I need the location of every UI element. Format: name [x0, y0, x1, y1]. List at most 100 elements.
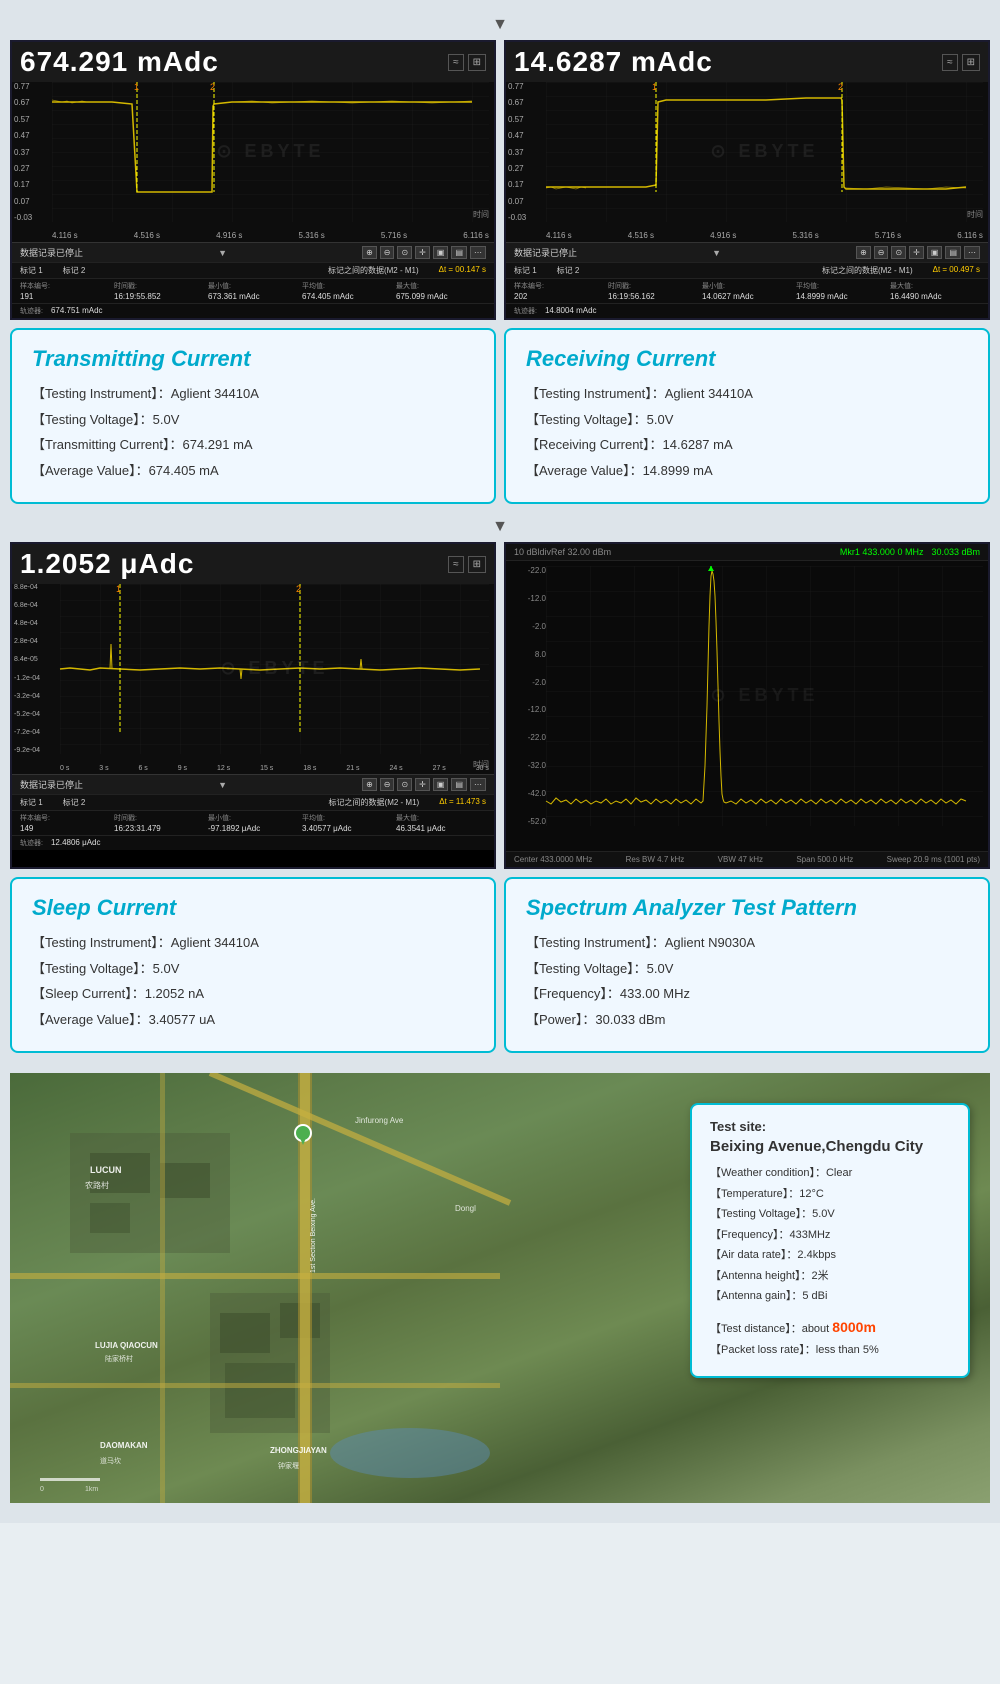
sleep-x-labels: 0 s 3 s 6 s 9 s 12 s 15 s 18 s 21 s 24 s… — [60, 765, 489, 774]
svg-text:1: 1 — [134, 82, 139, 92]
svg-text:1: 1 — [116, 584, 121, 594]
receive-export[interactable]: ▣ — [927, 246, 943, 259]
map-air-data-rate: 【Air data rate】：2.4kbps — [710, 1247, 950, 1264]
receive-voltage: 【Testing Voltage】：5.0V — [526, 410, 968, 430]
sleep-osc-icons: ≈ ⊞ — [448, 556, 486, 573]
receive-grid-icon[interactable]: ⊞ — [962, 54, 980, 71]
transmit-current-val: 【Transmitting Current】：674.291 mA — [32, 435, 474, 455]
sleep-time-col: 时间戳: 16:23:31.479 — [114, 813, 204, 833]
spectrum-power: 【Power】：30.033 dBm — [526, 1010, 968, 1030]
spectrum-vbw: VBW 47 kHz — [718, 855, 763, 864]
receive-more[interactable]: ⋯ — [964, 246, 980, 259]
receive-info-title: Receiving Current — [526, 346, 968, 372]
transmit-instrument: 【Testing Instrument】：Aglient 34410A — [32, 384, 474, 404]
svg-text:2: 2 — [210, 82, 215, 92]
transmit-markers: 标记 1 标记 2 标记之间的数据(M2 - M1) Δt = 00.147 s — [12, 262, 494, 278]
receive-controls[interactable]: ⊕ ⊖ ⊙ ✛ ▣ ▤ ⋯ — [856, 246, 980, 259]
transmit-zoom-in[interactable]: ⊕ — [362, 246, 377, 259]
map-weather: 【Weather condition】：Clear — [710, 1165, 950, 1182]
receive-current-val: 【Receiving Current】：14.6287 mA — [526, 435, 968, 455]
sleep-zoom-in[interactable]: ⊕ — [362, 778, 377, 791]
spectrum-voltage: 【Testing Voltage】：5.0V — [526, 959, 968, 979]
spectrum-y-labels: -22.0 -12.0 -2.0 8.0 -2.0 -12.0 -22.0 -3… — [508, 566, 546, 826]
transmit-settings[interactable]: ▤ — [451, 246, 467, 259]
receive-time-col: 时间戳: 16:19:56.162 — [608, 281, 698, 301]
transmit-osc-value: 674.291 mAdc — [20, 46, 219, 78]
receive-dropdown[interactable]: ▼ — [712, 248, 721, 258]
receive-sample-col: 样本编号: 202 — [514, 281, 604, 301]
sleep-controls[interactable]: ⊕ ⊖ ⊙ ✛ ▣ ▤ ⋯ — [362, 778, 486, 791]
svg-text:道马坎: 道马坎 — [100, 1456, 121, 1465]
spectrum-info-title: Spectrum Analyzer Test Pattern — [526, 895, 968, 921]
transmit-dropdown[interactable]: ▼ — [218, 248, 227, 258]
sleep-wave-icon[interactable]: ≈ — [448, 556, 464, 573]
top-divider-arrow: ▼ — [492, 16, 508, 33]
receive-osc-icons: ≈ ⊞ — [942, 54, 980, 71]
sleep-zoom-out[interactable]: ⊖ — [380, 778, 395, 791]
receive-osc-title-bar: 14.6287 mAdc ≈ ⊞ — [506, 42, 988, 82]
receive-move[interactable]: ✛ — [909, 246, 924, 259]
transmit-zoom-fit[interactable]: ⊙ — [397, 246, 412, 259]
sleep-move[interactable]: ✛ — [415, 778, 430, 791]
receive-min-col: 最小值: 14.0627 mAdc — [702, 281, 792, 301]
spectrum-bottom-bar: Center 433.0000 MHz Res BW 4.7 kHz VBW 4… — [506, 851, 988, 867]
map-distance-value: 8000m — [832, 1319, 876, 1335]
osc-grid-icon[interactable]: ⊞ — [468, 54, 486, 71]
transmit-zoom-out[interactable]: ⊖ — [380, 246, 395, 259]
spectrum-marker-value: 30.033 dBm — [931, 547, 980, 557]
transmit-export[interactable]: ▣ — [433, 246, 449, 259]
osc-wave-icon[interactable]: ≈ — [448, 54, 464, 71]
svg-text:⊙ EBYTE: ⊙ EBYTE — [710, 141, 818, 161]
receive-data-row: 样本编号: 202 时间戳: 16:19:56.162 最小值: 14.0627… — [506, 278, 988, 303]
map-section: LUCUN 农路村 LUJIA QIAOCUN 陆家桥村 DAOMAKAN 道马… — [10, 1073, 990, 1503]
receive-y-labels: 0.77 0.67 0.57 0.47 0.37 0.27 0.17 0.07 … — [508, 82, 543, 222]
receive-markers: 标记 1 标记 2 标记之间的数据(M2 - M1) Δt = 00.497 s — [506, 262, 988, 278]
map-temperature: 【Temperature】：12°C — [710, 1186, 950, 1203]
sleep-time-axis-label: 时间 — [473, 759, 489, 770]
transmit-average: 【Average Value】：674.405 mA — [32, 461, 474, 481]
sleep-grid-svg: 1 2 ⊙ EBYTE — [60, 584, 489, 754]
sleep-max-col: 最大值: 46.3541 μAdc — [396, 813, 486, 833]
receive-average: 【Average Value】：14.8999 mA — [526, 461, 968, 481]
receive-zoom-in[interactable]: ⊕ — [856, 246, 871, 259]
sleep-more[interactable]: ⋯ — [470, 778, 486, 791]
svg-text:陆家桥村: 陆家桥村 — [105, 1354, 133, 1363]
sleep-track-row: 轨迹器: 12.4806 μAdc — [12, 835, 494, 850]
transmit-x-labels: 4.116 s 4.516 s 4.916 s 5.316 s 5.716 s … — [52, 231, 489, 240]
receive-zoom-fit[interactable]: ⊙ — [891, 246, 906, 259]
sleep-current-val: 【Sleep Current】：1.2052 nA — [32, 984, 474, 1004]
sleep-settings[interactable]: ▤ — [451, 778, 467, 791]
sleep-grid-icon[interactable]: ⊞ — [468, 556, 486, 573]
receive-wave-icon[interactable]: ≈ — [942, 54, 958, 71]
svg-text:LUJIA QIAOCUN: LUJIA QIAOCUN — [95, 1341, 158, 1350]
receive-settings[interactable]: ▤ — [945, 246, 961, 259]
transmit-osc-panel: 674.291 mAdc ≈ ⊞ 0.77 0.67 0.57 0.47 0.3… — [10, 40, 496, 320]
spectrum-center: Center 433.0000 MHz — [514, 855, 592, 864]
transmit-osc-icons: ≈ ⊞ — [448, 54, 486, 71]
map-frequency: 【Frequency】：433MHz — [710, 1227, 950, 1244]
sleep-min-col: 最小值: -97.1892 μAdc — [208, 813, 298, 833]
sleep-osc-title-bar: 1.2052 μAdc ≈ ⊞ — [12, 544, 494, 584]
svg-text:0: 0 — [40, 1486, 44, 1493]
sleep-export[interactable]: ▣ — [433, 778, 449, 791]
map-info-box: Test site: Beixing Avenue,Chengdu City 【… — [690, 1103, 970, 1378]
spectrum-svg: ⊙ EBYTE — [546, 566, 983, 826]
transmit-avg-col: 平均值: 674.405 mAdc — [302, 281, 392, 301]
svg-text:1st Section Beixing Ave.: 1st Section Beixing Ave. — [310, 1198, 317, 1273]
sleep-zoom-fit[interactable]: ⊙ — [397, 778, 412, 791]
transmit-y-labels: 0.77 0.67 0.57 0.47 0.37 0.27 0.17 0.07 … — [14, 82, 49, 222]
spectrum-sweep: Sweep 20.9 ms (1001 pts) — [887, 855, 980, 864]
map-packet-loss: 【Packet loss rate】：less than 5% — [710, 1342, 950, 1359]
transmit-controls[interactable]: ⊕ ⊖ ⊙ ✛ ▣ ▤ ⋯ — [362, 246, 486, 259]
transmit-time-label: 时间 — [473, 209, 489, 220]
transmit-more[interactable]: ⋯ — [470, 246, 486, 259]
svg-text:钟家堰: 钟家堰 — [278, 1461, 299, 1470]
sleep-bottom-bar: 数据记录已停止 ▼ ⊕ ⊖ ⊙ ✛ ▣ ▤ ⋯ — [12, 774, 494, 794]
mid-divider-arrow: ▼ — [492, 518, 508, 535]
transmit-move[interactable]: ✛ — [415, 246, 430, 259]
transmit-sample-col: 样本编号: 191 — [20, 281, 110, 301]
svg-text:1km: 1km — [85, 1486, 98, 1493]
receive-zoom-out[interactable]: ⊖ — [874, 246, 889, 259]
spectrum-db-label: 10 dBldiv — [514, 547, 551, 557]
sleep-dropdown[interactable]: ▼ — [218, 780, 227, 790]
